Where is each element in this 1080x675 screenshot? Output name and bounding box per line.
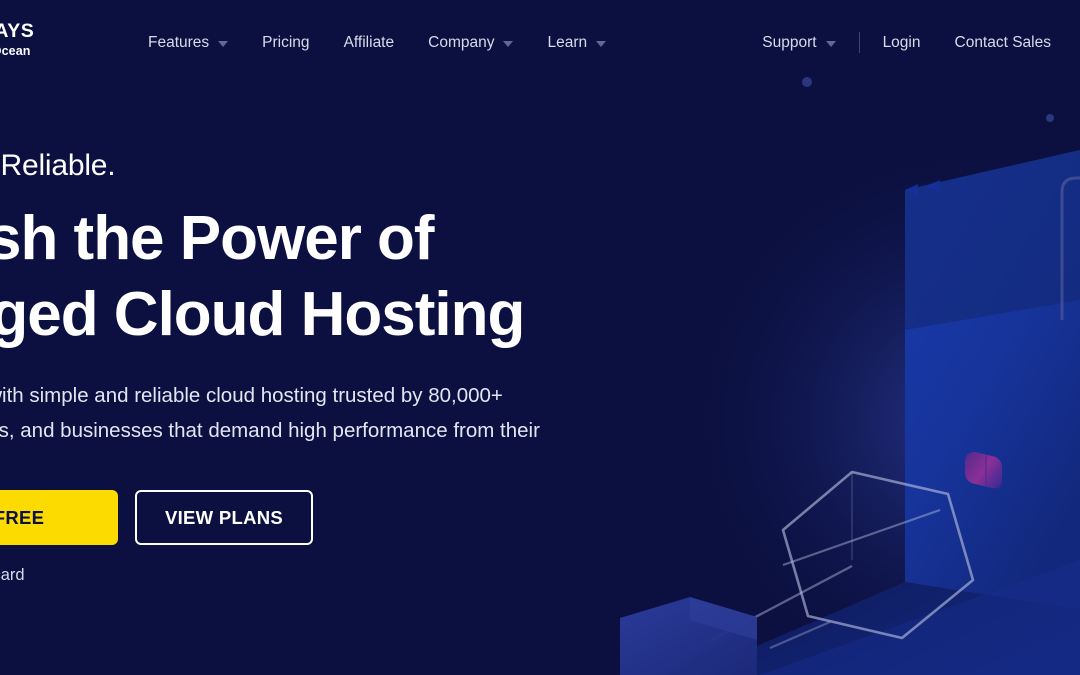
hero-subheading: money with simple and reliable cloud hos…	[0, 379, 780, 448]
nav-item-affiliate[interactable]: Affiliate	[327, 0, 412, 85]
nav-item-label: Affiliate	[343, 33, 395, 51]
view-plans-button[interactable]: VIEW PLANS	[135, 490, 313, 546]
primary-navigation: Features Pricing Affiliate Company Learn	[131, 0, 623, 85]
nav-item-label: Learn	[547, 33, 588, 51]
site-header: DWAYS igitalOcean Features Pricing Affil…	[0, 0, 1080, 85]
chevron-down-icon	[825, 40, 836, 47]
nav-item-pricing[interactable]: Pricing	[245, 0, 326, 85]
landing-page-hero: DWAYS igitalOcean Features Pricing Affil…	[0, 0, 1080, 675]
logo-wordmark: DWAYS	[0, 20, 35, 42]
nav-item-label: Pricing	[262, 33, 310, 51]
nav-item-contact-sales[interactable]: Contact Sales	[938, 0, 1069, 85]
secondary-navigation: Support Login Contact Sales	[745, 0, 1068, 85]
hero-cta-row: FREE VIEW PLANS	[0, 490, 780, 546]
nav-item-company[interactable]: Company	[411, 0, 530, 85]
cta-note: out credit card	[0, 566, 25, 585]
hero-section: mple. Reliable. eash the Power of naged …	[0, 148, 780, 585]
hero-headline-line: eash the Power of	[0, 204, 435, 273]
hero-headline-line: naged Cloud Hosting	[0, 279, 525, 349]
start-free-button[interactable]: FREE	[0, 490, 118, 546]
nav-item-label: Contact Sales	[954, 33, 1052, 51]
chevron-down-icon	[218, 40, 229, 47]
hero-subheading-line: money with simple and reliable cloud hos…	[0, 384, 503, 408]
nav-item-label: Support	[762, 33, 817, 51]
nav-item-features[interactable]: Features	[131, 0, 245, 85]
hero-headline: eash the Power of naged Cloud Hosting	[0, 201, 780, 352]
nav-item-login[interactable]: Login	[866, 0, 938, 85]
nav-divider	[858, 32, 860, 53]
hero-subheading-line: evelopers, and businesses that demand hi…	[0, 418, 540, 442]
nav-item-learn[interactable]: Learn	[530, 0, 623, 85]
logo[interactable]: DWAYS igitalOcean	[0, 20, 72, 58]
nav-item-label: Company	[428, 33, 495, 51]
hero-eyebrow: mple. Reliable.	[0, 149, 116, 182]
nav-item-support[interactable]: Support	[745, 0, 852, 85]
logo-byline: igitalOcean	[0, 43, 31, 58]
chevron-down-icon	[596, 40, 607, 47]
nav-item-label: Login	[882, 33, 921, 51]
chevron-down-icon	[503, 40, 514, 47]
nav-item-label: Features	[148, 33, 210, 51]
